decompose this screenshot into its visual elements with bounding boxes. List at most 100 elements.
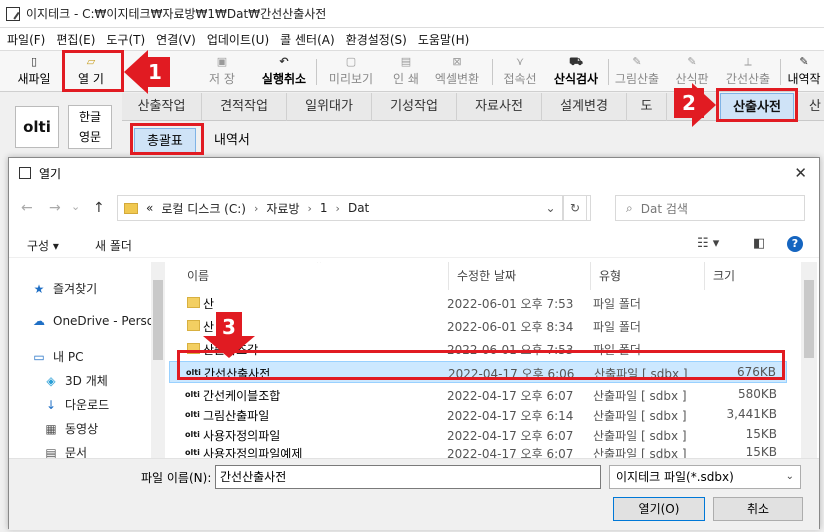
folder-icon — [124, 202, 138, 214]
excel-button[interactable]: ⊠ 엑셀변환 — [428, 55, 486, 89]
tab-progress-work[interactable]: 기성작업 — [372, 93, 457, 121]
save-button[interactable]: ▣ 저 장 — [200, 55, 244, 89]
cube-icon: ◈ — [46, 373, 56, 388]
file-type: 산출파일 [ sdbx ] — [593, 389, 687, 403]
up-icon[interactable]: ↑ — [93, 200, 105, 216]
preview-pane-icon[interactable]: ◧ — [753, 236, 765, 251]
menu-settings[interactable]: 환경설정(S) — [343, 31, 415, 48]
print-label: 인 쇄 — [393, 72, 419, 86]
tree-videos[interactable]: ▦ 동영상 — [43, 420, 98, 437]
address-bar[interactable]: « 로컬 디스크 (C:) › 자료방 › 1 › Dat — [117, 195, 591, 221]
open-button[interactable]: ▱ 열 기 — [64, 55, 118, 89]
file-type: 파일 폴더 — [593, 320, 641, 334]
new-file-label: 새파일 — [17, 72, 51, 86]
open-folder-icon: ▱ — [86, 55, 96, 68]
arrow-down-icon — [203, 336, 255, 358]
ambulance-icon: ⛟ — [569, 55, 583, 68]
tab-partial[interactable]: 도 — [627, 93, 667, 121]
menu-help[interactable]: 도움말(H) — [415, 31, 478, 48]
open-confirm-button[interactable]: 열기(O) — [613, 497, 705, 521]
tab-calc-dictionary[interactable]: 산출사전 — [720, 93, 794, 121]
star-icon: ★ — [33, 281, 45, 296]
subtab-detail-sheet[interactable]: 내역서 — [202, 128, 262, 154]
breadcrumb-dat[interactable]: Dat — [348, 201, 369, 215]
list-item-selected[interactable]: olti 간선산출사전 2022-04-17 오후 6:06 산출파일 [ sd… — [169, 361, 787, 383]
column-name[interactable]: 이름 — [179, 262, 449, 290]
undo-button[interactable]: ↶ 실행취소 — [256, 55, 312, 89]
download-icon: ↓ — [45, 397, 57, 412]
tab-data-dictionary[interactable]: 자료사전 — [457, 93, 542, 121]
back-icon[interactable]: ← — [21, 200, 33, 216]
search-input[interactable]: ⌕ Dat 검색 — [615, 195, 805, 221]
address-dropdown-icon[interactable]: ⌄ — [539, 195, 563, 221]
breadcrumb-1[interactable]: 1 — [320, 201, 328, 215]
menu-edit[interactable]: 편집(E) — [53, 31, 103, 48]
list-item[interactable]: 산 2022-06-01 오후 7:53 파일 폴더 — [169, 292, 787, 314]
breadcrumb-local-disk[interactable]: 로컬 디스크 (C:) — [161, 200, 246, 217]
list-item[interactable]: 산출사조각 2022-06-01 오후 7:53 파일 폴더 — [169, 338, 787, 360]
draw-calc-button[interactable]: ✎ 그림산출 — [612, 55, 662, 89]
breadcrumb-jaryobang[interactable]: 자료방 — [266, 200, 299, 217]
tab-unit-cost[interactable]: 일위대가 — [287, 93, 372, 121]
calc-board-icon: ✎ — [687, 55, 697, 68]
new-file-button[interactable]: ▯ 새파일 — [14, 55, 54, 89]
file-size: 580KB — [737, 387, 777, 401]
column-date[interactable]: 수정한 날짜 — [449, 262, 591, 290]
command-bar: 구성 ▾ 새 폴더 ☷ ▾ ◧ ? — [9, 230, 819, 258]
calc-check-button[interactable]: ⛟ 산식검사 — [548, 55, 604, 89]
scrollbar-thumb[interactable] — [804, 280, 814, 358]
preview-button[interactable]: ▢ 미리보기 — [322, 55, 380, 89]
menu-tools[interactable]: 도구(T) — [103, 31, 153, 48]
forward-icon[interactable]: → — [49, 200, 61, 216]
tree-favorites[interactable]: ★ 즐겨찾기 — [31, 280, 98, 297]
search-icon: ⌕ — [626, 200, 633, 215]
list-item[interactable]: olti 사용자정의파일예제 2022-04-17 오후 6:07 산출파일 [… — [169, 442, 787, 458]
tree-onedrive[interactable]: ☁ OneDrive - Person — [31, 314, 162, 328]
tab-calc-work[interactable]: 산출작업 — [122, 93, 202, 121]
breadcrumb-overflow[interactable]: « — [146, 201, 153, 215]
language-toggle[interactable]: 한글 영문 — [68, 105, 112, 149]
print-button[interactable]: ▤ 인 쇄 — [384, 55, 428, 89]
close-icon[interactable]: ✕ — [794, 164, 807, 182]
print-icon: ▤ — [400, 55, 412, 68]
tree-scrollbar[interactable] — [151, 262, 165, 458]
breadcrumb-separator-icon: › — [335, 201, 340, 215]
tree-label: 동영상 — [65, 422, 99, 436]
view-options-icon[interactable]: ☷ ▾ — [697, 236, 719, 251]
tab-estimate-work[interactable]: 견적작업 — [202, 93, 287, 121]
subtab-summary[interactable]: 총괄표 — [134, 128, 196, 154]
tree-this-pc[interactable]: ▭ 내 PC — [31, 348, 83, 365]
column-type[interactable]: 유형 — [591, 262, 705, 290]
list-item[interactable]: 산 2022-06-01 오후 8:34 파일 폴더 — [169, 315, 787, 337]
list-item[interactable]: olti 간선케이블조합 2022-04-17 오후 6:07 산출파일 [ s… — [169, 384, 787, 406]
filename-input[interactable]: 간선산출사전 — [215, 465, 601, 489]
refresh-icon[interactable]: ↻ — [563, 195, 587, 221]
tab-partial-right[interactable]: 산 — [806, 93, 824, 121]
organize-button[interactable]: 구성 ▾ — [27, 237, 59, 254]
file-name: 사용자정의파일예제 — [203, 447, 303, 458]
scrollbar-thumb[interactable] — [153, 280, 163, 360]
tree-documents[interactable]: ▤ 문서 — [43, 444, 87, 459]
tree-3d-objects[interactable]: ◈ 3D 개체 — [43, 372, 107, 389]
open-file-dialog: 열기 ✕ ← → ⌄ ↑ « 로컬 디스크 (C:) › 자료방 › 1 › D… — [8, 157, 820, 530]
cancel-button[interactable]: 취소 — [713, 497, 803, 521]
menu-call-center[interactable]: 콜 센터(A) — [277, 31, 343, 48]
folder-icon — [187, 343, 200, 354]
column-size[interactable]: 크기 — [705, 262, 787, 290]
list-item[interactable]: olti 그림산출파일 2022-04-17 오후 6:14 산출파일 [ sd… — [169, 404, 787, 426]
menu-connect[interactable]: 연결(V) — [153, 31, 204, 48]
tree-downloads[interactable]: ↓ 다운로드 — [43, 396, 109, 413]
menu-update[interactable]: 업데이트(U) — [204, 31, 277, 48]
details-button[interactable]: ✎ 내역작 — [784, 55, 824, 89]
file-name: 산 — [203, 297, 215, 311]
new-folder-button[interactable]: 새 폴더 — [95, 237, 132, 254]
recent-dropdown-icon[interactable]: ⌄ — [71, 200, 80, 213]
tab-design-change[interactable]: 설계변경 — [542, 93, 627, 121]
trunk-calc-button[interactable]: ⟂ 간선산출 — [722, 55, 774, 89]
file-list-scrollbar[interactable] — [801, 262, 817, 458]
help-icon[interactable]: ? — [787, 236, 803, 252]
menu-file[interactable]: 파일(F) — [4, 31, 53, 48]
connect-button[interactable]: ⋎ 접속선 — [496, 55, 544, 89]
preview-icon: ▢ — [345, 55, 357, 68]
filetype-select[interactable]: 이지테크 파일(*.sdbx) ⌄ — [609, 465, 801, 489]
